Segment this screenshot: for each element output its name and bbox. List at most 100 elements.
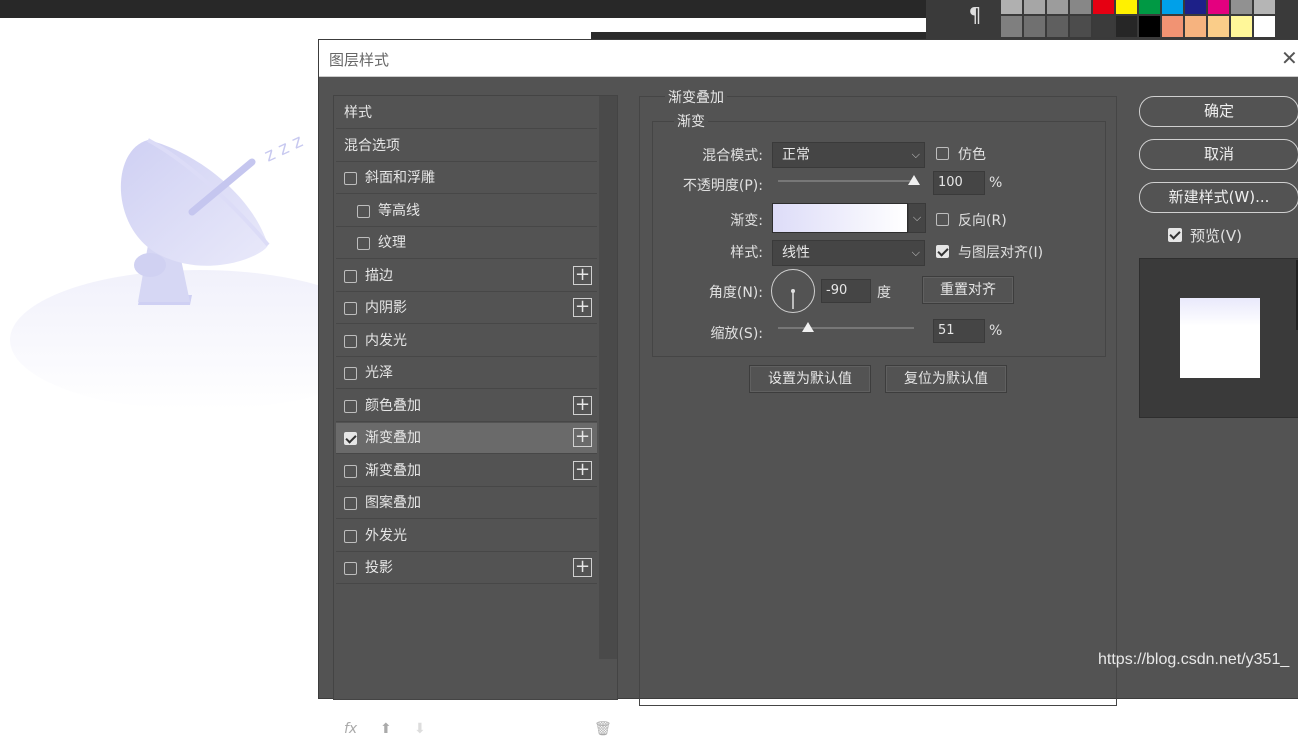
color-swatch[interactable] <box>1115 0 1138 15</box>
style-label: 样式: <box>730 245 763 261</box>
color-swatch[interactable] <box>1184 15 1207 38</box>
style-list-item[interactable]: 样式 <box>336 98 597 129</box>
color-swatch[interactable] <box>1184 0 1207 15</box>
style-item-label: 外发光 <box>365 527 407 544</box>
preview-checkbox[interactable]: 预览(V) <box>1168 225 1298 245</box>
style-item-label: 样式 <box>344 105 372 121</box>
add-effect-plus-icon[interactable]: + <box>573 298 592 317</box>
color-swatch[interactable] <box>1000 15 1023 38</box>
reset-align-button[interactable]: 重置对齐 <box>922 276 1014 304</box>
angle-dial[interactable] <box>771 269 815 313</box>
arrow-down-icon[interactable]: ⬇ <box>414 721 426 737</box>
pilcrow-icon[interactable]: ¶ <box>952 0 998 34</box>
style-list-item[interactable]: 斜面和浮雕 <box>336 163 597 194</box>
color-swatch[interactable] <box>1023 15 1046 38</box>
add-effect-plus-icon[interactable]: + <box>573 428 592 447</box>
style-list-item[interactable]: 纹理 <box>336 228 597 259</box>
add-effect-plus-icon[interactable]: + <box>573 265 592 285</box>
scale-slider-thumb[interactable] <box>801 322 814 332</box>
color-swatch[interactable] <box>1115 15 1138 38</box>
style-item-checkbox[interactable] <box>357 237 370 250</box>
style-list-item[interactable]: 渐变叠加 + <box>336 423 597 454</box>
color-swatch[interactable] <box>1046 15 1069 38</box>
style-item-checkbox[interactable] <box>344 432 357 445</box>
style-item-checkbox[interactable] <box>344 172 357 185</box>
gradient-preview-swatch[interactable] <box>772 203 908 233</box>
color-swatch[interactable] <box>1253 0 1276 15</box>
style-item-checkbox[interactable] <box>344 529 357 543</box>
arrow-up-icon[interactable]: ⬆ <box>380 721 392 737</box>
style-list-item[interactable]: 描边 + <box>336 261 597 292</box>
color-swatch[interactable] <box>1092 0 1115 15</box>
opacity-slider[interactable] <box>778 175 920 185</box>
fx-icon[interactable]: fx <box>344 721 357 737</box>
color-swatch[interactable] <box>1230 0 1253 15</box>
color-swatch[interactable] <box>1092 15 1115 38</box>
color-swatch[interactable] <box>1138 15 1161 38</box>
opacity-slider-thumb[interactable] <box>908 175 920 185</box>
reverse-checkbox[interactable]: 反向(R) <box>936 210 1136 230</box>
layer-style-dialog: 图层样式 ✕ 样式 混合选项 斜面和浮雕 等高线 纹理 描边 + 内阴影 + 内发光 光泽 颜色叠加 +… <box>318 39 1298 737</box>
angle-input[interactable]: -90 <box>821 279 871 303</box>
scale-input[interactable]: 51 <box>933 319 985 343</box>
list-scrollbar[interactable] <box>599 96 617 659</box>
color-swatch[interactable] <box>1138 0 1161 15</box>
style-select[interactable]: 线性 ⌵ <box>772 240 925 266</box>
align-with-layer-checkbox[interactable]: 与图层对齐(I) <box>936 242 1136 262</box>
style-list-item[interactable]: 光泽 <box>336 358 597 389</box>
style-list-item[interactable]: 投影 + <box>336 553 597 584</box>
style-list-item[interactable]: 等高线 <box>336 196 597 227</box>
color-swatch[interactable] <box>1069 0 1092 15</box>
style-item-label: 渐变叠加 <box>365 462 421 479</box>
style-list-item[interactable]: 颜色叠加 + <box>336 391 597 422</box>
style-item-checkbox[interactable] <box>344 367 357 380</box>
style-value: 线性 <box>782 245 810 261</box>
style-item-checkbox[interactable] <box>344 562 357 575</box>
color-swatch[interactable] <box>1000 0 1023 15</box>
dither-checkbox[interactable]: 仿色 <box>936 144 1136 164</box>
color-swatch[interactable] <box>1253 15 1276 38</box>
add-effect-plus-icon[interactable]: + <box>573 558 592 577</box>
color-swatch[interactable] <box>1023 0 1046 15</box>
cancel-button[interactable]: 取消 <box>1139 139 1298 170</box>
ok-button[interactable]: 确定 <box>1139 96 1298 127</box>
chevron-down-icon: ⌵ <box>911 246 920 259</box>
style-list-item[interactable]: 渐变叠加 + <box>336 456 597 487</box>
blend-mode-select[interactable]: 正常 ⌵ <box>772 142 925 168</box>
dither-check-icon <box>936 147 949 160</box>
color-swatch[interactable] <box>1161 0 1184 15</box>
gradient-picker-chevron-icon[interactable]: ⌵ <box>908 203 926 233</box>
scale-slider[interactable] <box>778 322 914 332</box>
style-item-checkbox[interactable] <box>344 302 357 315</box>
color-swatch[interactable] <box>1207 0 1230 15</box>
style-item-checkbox[interactable] <box>344 464 357 478</box>
make-default-button[interactable]: 设置为默认值 <box>749 365 871 393</box>
style-item-checkbox[interactable] <box>344 497 357 510</box>
blend-mode-label: 混合模式: <box>702 148 763 164</box>
style-item-checkbox[interactable] <box>344 399 357 413</box>
color-swatch[interactable] <box>1046 0 1069 15</box>
style-list-item[interactable]: 图案叠加 <box>336 488 597 519</box>
opacity-input[interactable]: 100 <box>933 171 985 195</box>
trash-icon[interactable]: 🗑 <box>594 721 612 737</box>
chevron-down-icon: ⌵ <box>911 148 920 161</box>
style-list-item[interactable]: 内阴影 + <box>336 293 597 324</box>
reverse-label: 反向(R) <box>958 213 1007 229</box>
style-item-checkbox[interactable] <box>344 334 357 348</box>
color-swatch[interactable] <box>1069 15 1092 38</box>
style-item-checkbox[interactable] <box>357 204 370 218</box>
add-effect-plus-icon[interactable]: + <box>573 460 592 480</box>
close-icon[interactable]: ✕ <box>1281 46 1298 70</box>
add-effect-plus-icon[interactable]: + <box>573 395 592 415</box>
new-style-button[interactable]: 新建样式(W)... <box>1139 182 1298 213</box>
color-swatch[interactable] <box>1230 15 1253 38</box>
style-item-checkbox[interactable] <box>344 269 357 283</box>
color-swatch[interactable] <box>1161 15 1184 38</box>
style-item-label: 颜色叠加 <box>365 397 421 414</box>
style-list-item[interactable]: 内发光 <box>336 326 597 357</box>
color-swatch[interactable] <box>1207 15 1230 38</box>
style-list-item[interactable]: 混合选项 <box>336 131 597 162</box>
reset-default-button[interactable]: 复位为默认值 <box>885 365 1007 393</box>
style-item-label: 斜面和浮雕 <box>365 170 435 186</box>
style-list-item[interactable]: 外发光 <box>336 521 597 552</box>
